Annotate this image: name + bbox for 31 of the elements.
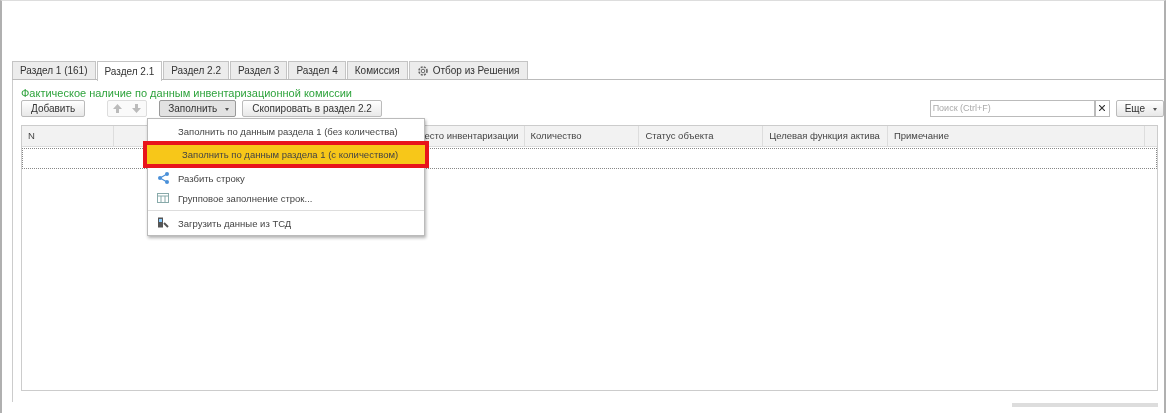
- column-header: Целевая функция актива: [763, 126, 888, 146]
- fill-dropdown-button[interactable]: Заполнить: [159, 99, 237, 117]
- column-header: N: [22, 126, 115, 146]
- tab[interactable]: Раздел 3: [230, 61, 288, 79]
- table-icon: [157, 192, 169, 204]
- column-header: Количество: [524, 126, 640, 146]
- copy-button[interactable]: Скопировать в раздел 2.2: [242, 99, 382, 117]
- close-icon: [1099, 105, 1106, 111]
- column-header: Примечание: [887, 126, 1145, 146]
- scanner-icon: [157, 217, 169, 229]
- section-title: Фактическое наличие по данным инвентаризационной комиссии: [21, 87, 353, 99]
- more-dropdown-button[interactable]: Еще: [1115, 99, 1164, 117]
- menu-item[interactable]: Разбить строку: [148, 168, 424, 188]
- tab[interactable]: Раздел 2.1: [96, 61, 163, 81]
- tab[interactable]: Раздел 4: [288, 61, 346, 79]
- tab[interactable]: Раздел 2.2: [163, 61, 229, 79]
- menu-item[interactable]: Загрузить данные из ТСД: [148, 213, 424, 233]
- menu-item[interactable]: Заполнить по данным раздела 1 (с количеством): [147, 145, 425, 164]
- tab[interactable]: Раздел 1 (161): [12, 61, 96, 79]
- add-button[interactable]: Добавить: [21, 99, 86, 117]
- menu-item[interactable]: Групповое заполнение строк...: [148, 188, 424, 208]
- scrollbar[interactable]: [1012, 403, 1158, 407]
- search-field[interactable]: Поиск (Ctrl+F): [929, 99, 1095, 117]
- move-buttons[interactable]: [107, 99, 148, 117]
- branch-icon: [157, 172, 169, 184]
- tab[interactable]: Комиссия: [346, 61, 408, 79]
- up-arrow-icon: [113, 103, 123, 113]
- gear-icon: [416, 64, 429, 77]
- down-arrow-icon: [132, 103, 142, 113]
- tab[interactable]: Отбор из Решения: [408, 61, 528, 79]
- column-header: Статус объекта: [639, 126, 764, 146]
